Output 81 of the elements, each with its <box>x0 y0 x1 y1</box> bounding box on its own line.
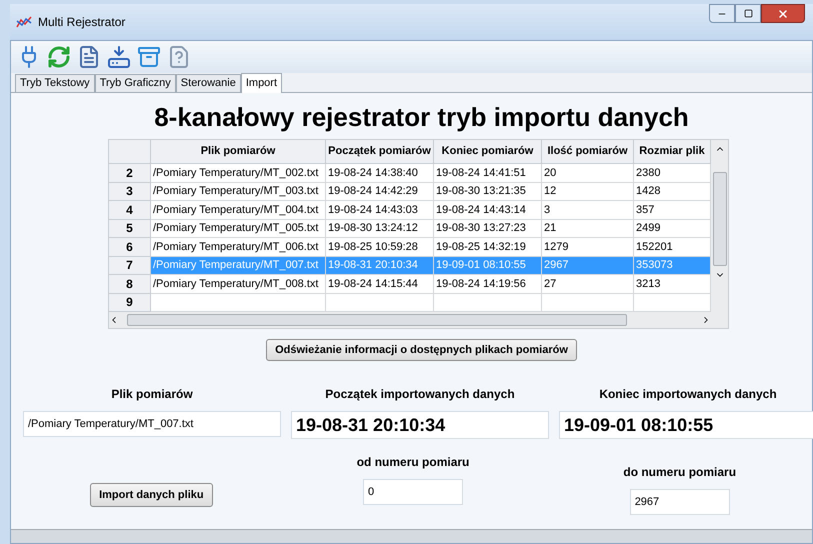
import-button[interactable]: Import danych pliku <box>90 483 213 507</box>
table-cell-text: 19-08-24 14:43:14 <box>436 202 526 218</box>
file-info-icon[interactable] <box>167 45 191 69</box>
table-row[interactable]: 5 /Pomiary Temperatury/MT_005.txt 19-08-30 13:24:12 19-08-30 13:27:23 21 2499 <box>109 220 711 238</box>
input-field[interactable]: 2967 <box>630 489 730 515</box>
input-field[interactable]: 0 <box>363 479 464 505</box>
table-row[interactable]: 4 /Pomiary Temperatury/MT_004.txt 19-08-24 14:43:03 19-08-24 14:43:14 3 357 <box>109 201 711 220</box>
row-number: 2 <box>109 164 151 182</box>
download-drive-icon[interactable] <box>107 45 131 69</box>
table-cell-text: /Pomiary Temperatury/MT_004.txt <box>153 202 318 218</box>
archive-icon[interactable] <box>137 45 161 69</box>
input-field[interactable]: /Pomiary Temperatury/MT_007.txt <box>23 411 281 437</box>
app-logo-icon <box>16 15 32 29</box>
table-cell-text: 12 <box>544 184 556 199</box>
table-row[interactable]: 6 /Pomiary Temperatury/MT_006.txt 19-08-25 10:59:28 19-08-25 14:32:19 1279 152201 <box>109 238 711 256</box>
row-number: 3 <box>109 182 151 201</box>
row-number: 9 <box>109 294 151 312</box>
table-cell-text: 19-08-30 13:21:35 <box>436 184 526 199</box>
close-icon <box>777 8 789 20</box>
table-cell-text: 19-08-24 14:19:56 <box>436 276 526 292</box>
table-cell-text: 1279 <box>544 240 568 254</box>
maximize-icon <box>744 9 752 18</box>
input-field[interactable]: 19-08-31 20:10:34 <box>291 411 549 439</box>
table-cell-text: 19-08-24 14:42:29 <box>328 184 418 199</box>
tab[interactable]: Tryb Tekstowy <box>15 74 95 92</box>
table-cell-text: 19-08-24 14:43:03 <box>328 202 418 218</box>
table-cell-text: 19-08-24 14:15:44 <box>328 276 418 292</box>
table-cell-text: /Pomiary Temperatury/MT_007.txt <box>153 258 318 273</box>
table-row[interactable]: 2 /Pomiary Temperatury/MT_002.txt 19-08-24 14:38:40 19-08-24 14:41:51 20 2380 <box>109 164 711 182</box>
table-cell-text: 353073 <box>636 258 673 273</box>
table-cell-text: 152201 <box>636 240 673 254</box>
tab[interactable]: Sterowanie <box>176 74 241 92</box>
table-cell-text: 2499 <box>636 221 660 236</box>
table-row[interactable]: 7 /Pomiary Temperatury/MT_007.txt 19-08-31 20:10:34 19-09-01 08:10:55 2967 353073 <box>109 256 711 275</box>
input-field[interactable]: 19-09-01 08:10:55 <box>559 411 813 439</box>
field-label: Początek importowanych danych <box>325 386 515 401</box>
table-cell-text: 19-08-30 13:24:12 <box>328 221 418 236</box>
table-cell-text: 1428 <box>636 184 660 199</box>
document-icon[interactable] <box>77 45 101 69</box>
table-cell-text: 357 <box>636 202 654 218</box>
table-cell-text: 3213 <box>636 276 660 292</box>
table-cell-text: /Pomiary Temperatury/MT_003.txt <box>153 184 318 199</box>
row-number: 8 <box>109 275 151 294</box>
tab[interactable]: Tryb Graficzny <box>94 74 176 92</box>
table-cell-text: /Pomiary Temperatury/MT_002.txt <box>153 166 318 180</box>
table-cell-text: /Pomiary Temperatury/MT_005.txt <box>153 221 318 236</box>
row-number: 7 <box>109 256 151 275</box>
tab[interactable]: Import <box>240 73 282 93</box>
table-cell-text: 19-08-31 20:10:34 <box>328 258 418 273</box>
field-label: od numeru pomiaru <box>356 454 470 469</box>
maximize-button[interactable] <box>735 4 761 23</box>
table-cell-text: 3 <box>544 202 550 218</box>
row-number: 4 <box>109 201 151 220</box>
page-heading: 8-kanałowy rejestrator tryb importu danych <box>153 101 689 133</box>
table-cell-text: 19-08-25 14:32:19 <box>436 240 526 254</box>
horizontal-scrollbar[interactable] <box>109 312 711 328</box>
table-cell-text: /Pomiary Temperatury/MT_006.txt <box>153 240 318 254</box>
refresh-icon[interactable] <box>47 45 71 69</box>
table-cell-text: 2967 <box>544 258 568 273</box>
table-row[interactable]: 9 <box>109 294 711 312</box>
table-cell-text: 20 <box>544 166 556 180</box>
vertical-scrollbar[interactable] <box>711 140 728 328</box>
row-number: 6 <box>109 238 151 256</box>
table-row[interactable]: 8 /Pomiary Temperatury/MT_008.txt 19-08-24 14:15:44 19-08-24 14:19:56 27 3213 <box>109 275 711 294</box>
field-label: do numeru pomiaru <box>623 464 736 479</box>
field-label: Plik pomiarów <box>111 386 193 401</box>
table-cell-text: 19-09-01 08:10:55 <box>436 258 526 273</box>
table-cell-text: 19-08-24 14:41:51 <box>436 166 526 180</box>
row-number: 5 <box>109 220 151 238</box>
table-row[interactable]: 3 /Pomiary Temperatury/MT_003.txt 19-08-24 14:42:29 19-08-30 13:21:35 12 1428 <box>109 182 711 201</box>
table-cell-text: 21 <box>544 221 556 236</box>
table-cell-text: 2380 <box>636 166 660 180</box>
table-cell-text: 27 <box>544 276 556 292</box>
close-button[interactable] <box>761 4 805 23</box>
window-title: Multi Rejestrator <box>38 14 126 31</box>
table-cell-text: /Pomiary Temperatury/MT_008.txt <box>153 276 318 292</box>
field-label: Koniec importowanych danych <box>599 386 777 401</box>
table-cell-text: 19-08-25 10:59:28 <box>328 240 418 254</box>
refresh-files-button[interactable]: Odświeżanie informacji o dostępnych plikach pomiarów <box>266 339 577 361</box>
table-cell-text: 19-08-30 13:27:23 <box>436 221 526 236</box>
table-cell-text: 19-08-24 14:38:40 <box>328 166 418 180</box>
